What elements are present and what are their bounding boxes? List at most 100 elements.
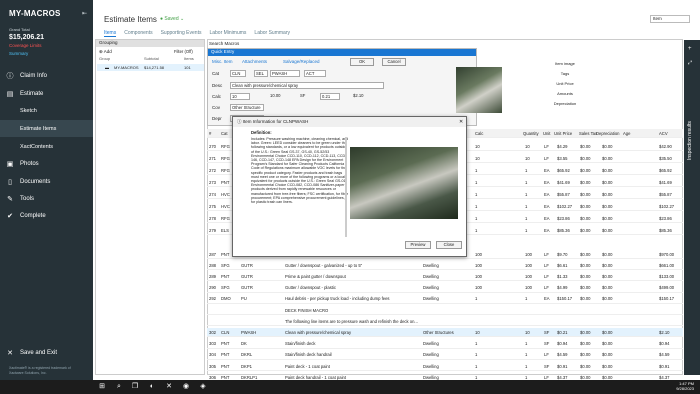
- qe-tab-attachments[interactable]: Attachments: [242, 59, 267, 64]
- collapse-icon[interactable]: ⇤: [82, 10, 87, 17]
- desc-label: Desc: [212, 83, 223, 88]
- grouping-panel: Grouping ⊕ Add Filter (Off) Group Subtot…: [95, 39, 205, 375]
- sel-field[interactable]: SEL: [254, 70, 268, 77]
- qe-tab-salvage[interactable]: Salvage/Replaced: [283, 59, 320, 64]
- search-icon[interactable]: ⌕: [115, 383, 123, 391]
- cat-field[interactable]: CLN: [230, 70, 246, 77]
- nav-photos[interactable]: ▣ Photos: [0, 155, 93, 172]
- row-qty: 1: [525, 296, 528, 302]
- row-coverage: Dwelling: [423, 273, 439, 279]
- act-field[interactable]: ACT: [304, 70, 326, 77]
- item-image-label[interactable]: Item image: [546, 59, 584, 69]
- coverage-limits-link[interactable]: Coverage Limits: [9, 43, 42, 48]
- row-calc: 1: [475, 352, 478, 358]
- row-qty: 100: [525, 285, 532, 291]
- row-dep: $0.00: [602, 285, 613, 291]
- table-row[interactable]: 289 PNT GUTR Prime & paint gutter / downspo…: [207, 272, 683, 282]
- tab-components[interactable]: Components: [124, 30, 152, 37]
- expand-icon[interactable]: ⤢: [688, 60, 692, 66]
- ok-button[interactable]: OK: [350, 58, 374, 66]
- close-button[interactable]: Close: [436, 241, 462, 249]
- table-row[interactable]: 292 DMO PU Haul debris - per pickup truck l…: [207, 295, 683, 304]
- table-row[interactable]: 290 SFG GUTR Gutter / downspout - plastic Dw…: [207, 284, 683, 293]
- table-row[interactable]: 303 PNT DK Stain/finish deck Dwelling 1 1 SF $0.…: [207, 340, 683, 349]
- plus-icon[interactable]: +: [688, 46, 692, 52]
- row-unit: LF: [544, 262, 549, 268]
- nav-documents[interactable]: ▯ Documents: [0, 173, 93, 190]
- tab-labor-minimums[interactable]: Labor Minimums: [209, 30, 246, 37]
- dialog-title-bar: ⓘ Item Information for CLNPWASH: [233, 117, 466, 127]
- depreciation-label[interactable]: Depreciation: [546, 99, 584, 109]
- filter-button[interactable]: Filter (Off): [174, 49, 193, 54]
- item-search-input[interactable]: Item: [650, 15, 690, 23]
- row-code: PU: [241, 296, 247, 302]
- clock: 1:47 PM 9/28/2023: [672, 381, 694, 391]
- price-field[interactable]: 0.21: [320, 93, 340, 100]
- close-icon[interactable]: ✕: [459, 119, 463, 125]
- col-unit-price: Unit Price: [554, 130, 573, 136]
- table-row[interactable]: 288 SFG GUTR Gutter / downspout - galvanize…: [207, 261, 683, 271]
- quick-entry-panel: Quick Entry Misc. Item Attachments Salva…: [207, 48, 477, 126]
- row-acv: $499.00: [659, 285, 675, 291]
- item-photo-thumbnail[interactable]: [456, 67, 502, 113]
- add-group-button[interactable]: ⊕ Add: [99, 49, 112, 55]
- edge-icon[interactable]: ◐: [148, 383, 156, 391]
- row-acv: $23.86: [659, 215, 672, 221]
- calc-field[interactable]: 10: [230, 93, 250, 100]
- row-num: 279: [209, 227, 216, 233]
- definition-scrollbar[interactable]: [345, 137, 347, 237]
- nav-estimate[interactable]: ▤ Estimate: [0, 85, 93, 102]
- inspection-results-panel[interactable]: + ⤢ Inspection results: [684, 40, 700, 375]
- row-qty: 100: [525, 262, 532, 268]
- quick-entry-title: Quick Entry: [208, 49, 476, 56]
- xactimate-icon[interactable]: ✕: [165, 383, 173, 391]
- nav-claim-info[interactable]: ⓘ Claim Info: [0, 67, 93, 84]
- qe-tab-misc[interactable]: Misc. Item: [212, 59, 233, 64]
- cancel-button[interactable]: Cancel: [382, 58, 406, 66]
- row-dep: $0.00: [602, 251, 613, 257]
- table-row[interactable]: DECK FINISH MACRO: [207, 306, 683, 315]
- nav-save-and-exit[interactable]: ✕ Save and Exit: [0, 344, 93, 361]
- table-row[interactable]: 302 CLN PWASH Clean with pressure/chemical …: [207, 328, 683, 338]
- preview-button[interactable]: Preview: [405, 241, 431, 249]
- nav-sketch[interactable]: Sketch: [0, 102, 93, 119]
- tab-labor-summary[interactable]: Labor Summary: [254, 30, 290, 37]
- nav-tools[interactable]: ✎ Tools: [0, 190, 93, 207]
- row-price: $0.94: [557, 341, 568, 347]
- tags-label[interactable]: Tags: [546, 69, 584, 79]
- row-dep: $0.00: [602, 329, 613, 335]
- nav-complete[interactable]: ✔ Complete: [0, 207, 93, 224]
- nav-estimate-items[interactable]: Estimate Items: [0, 120, 93, 137]
- coverage-select[interactable]: Other Structure: [230, 104, 264, 111]
- group-row[interactable]: ▬ MY-MACROS $14,271.58 101: [97, 64, 204, 71]
- row-calc: 1: [475, 191, 478, 197]
- table-row[interactable]: 305 PNT DKP1 Paint deck - 1 coat paint Dwell…: [207, 362, 683, 371]
- steam-icon[interactable]: ◈: [199, 383, 207, 391]
- row-num: 270: [209, 143, 216, 149]
- row-qty: 1: [525, 167, 528, 173]
- amounts-label[interactable]: Amounts: [546, 89, 584, 99]
- row-qty: 1: [525, 191, 528, 197]
- table-row[interactable]: 304 PNT DKRL Stain/finish deck handrail Dwel…: [207, 351, 683, 360]
- search-macros-label[interactable]: Search Macros: [209, 41, 239, 46]
- row-unit: SF: [544, 329, 550, 335]
- code-field[interactable]: PWASH: [270, 70, 300, 77]
- summary-link[interactable]: Summary: [9, 51, 28, 56]
- row-qty: 100: [525, 273, 532, 279]
- nav-xactcontents[interactable]: XactContents: [0, 138, 93, 155]
- item-image: [350, 147, 458, 219]
- unit-price-label[interactable]: Unit Price: [546, 79, 584, 89]
- windows-start-icon[interactable]: ⊞: [98, 383, 106, 391]
- nav-label: Complete: [20, 212, 46, 219]
- row-unit: LF: [544, 155, 549, 161]
- desc-field[interactable]: Clean with pressure/chemical spray: [230, 82, 384, 89]
- col-unit: Unit: [543, 130, 551, 136]
- chrome-icon[interactable]: ◉: [182, 383, 190, 391]
- row-price: $9.70: [557, 251, 568, 257]
- tab-supporting-events[interactable]: Supporting Events: [161, 30, 202, 37]
- row-acv: $133.00: [659, 273, 675, 279]
- table-row[interactable]: The following line items are to pressure…: [207, 317, 683, 327]
- tab-items[interactable]: Items: [104, 30, 117, 37]
- row-qty: 10: [525, 155, 530, 161]
- task-view-icon[interactable]: ❐: [131, 383, 139, 391]
